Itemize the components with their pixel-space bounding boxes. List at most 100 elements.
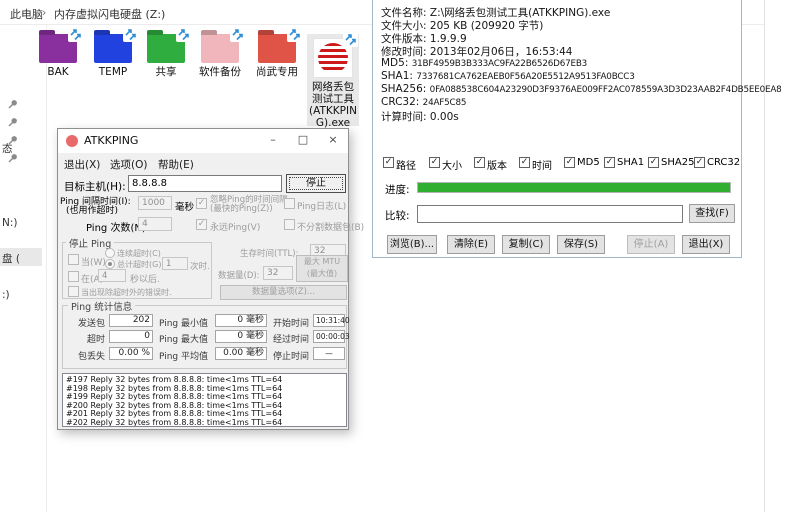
app-icon [66,135,78,147]
progress-bar [417,182,731,193]
stop-when-label: 当(W) [81,255,106,268]
file-info-line: SHA256: 0FA088538C604A23290D3F9376AE009F… [381,83,782,95]
stat-label: 包丢失 [65,349,105,362]
window-right-edge [764,0,765,512]
maximize-button[interactable]: □ [288,129,318,153]
hash-option-label: 路径 [396,157,416,172]
ping-forever-checkbox[interactable] [196,219,207,230]
explorer-item-label: 网络丢包测试工具(ATKKPING).exe [307,81,359,129]
stop-when-checkbox[interactable] [68,254,79,265]
hash-option-checkbox-SHA1[interactable] [604,157,615,168]
explorer-item[interactable]: BAK [32,28,84,86]
ignore-interval-checkbox[interactable] [196,198,207,209]
stop-after-suffix: 秒以后. [130,272,160,285]
file-info-label: 计算时间: [381,111,430,123]
folder-icon [258,34,296,63]
menu-options[interactable]: 选项(O) [110,157,147,172]
explorer-item[interactable]: 软件备份 [194,28,246,86]
file-info-line: 计算时间: 0.00s [381,109,459,124]
interval-sublabel: (也用作超时) [66,203,118,216]
nav-item-clipped[interactable]: 盘 ( [2,251,20,266]
action-button-stop[interactable]: 停止(A) [627,235,675,254]
stat-label: Ping 平均值 [159,349,208,362]
ping-count-input[interactable]: 4 [138,217,172,231]
data-size-options-button[interactable]: 数据量选项(Z)... [220,285,347,300]
stat-value: 202 [109,314,153,327]
explorer-item-label: 尚武专用 [251,66,303,78]
breadcrumb-this-pc[interactable]: 此电脑 [10,6,43,22]
hash-option-label: SHA1 [617,157,644,168]
action-button-copy[interactable]: 复制(C) [502,235,550,254]
title-bar[interactable]: ATKKPING – □ × [58,129,348,153]
stat-label: Ping 最小值 [159,316,208,329]
stat-label: 开始时间 [273,316,309,329]
max-mtu-button-line2: (最大值) [297,268,347,280]
file-info-label: SHA256: [381,83,430,95]
minimize-button[interactable]: – [258,129,288,153]
hash-option-label: MD5 [577,157,600,168]
explorer-item[interactable]: 尚武专用 [251,28,303,86]
target-host-input[interactable] [128,175,282,192]
folder-icon [39,34,77,63]
interval-unit: 毫秒 [175,199,194,213]
hash-option-checkbox-大小[interactable] [429,157,440,168]
action-button-clear[interactable]: 清除(E) [447,235,495,254]
interval-input[interactable]: 1000 [138,196,172,210]
breadcrumb-separator: › [42,6,46,19]
stat-label: 经过时间 [273,332,309,345]
find-button[interactable]: 查找(F) [689,204,735,223]
max-mtu-button-line1: 最大 MTU [297,256,347,268]
ping-log-line: #202 Reply 32 bytes from 8.8.8.8: time<1… [66,419,343,427]
hash-option-checkbox-SHA256[interactable] [648,157,659,168]
compare-input[interactable] [417,205,683,223]
ping-log-checkbox[interactable] [284,198,295,209]
ignore-interval-sublabel: (最快的Ping(Z)) [210,202,273,214]
ping-log-output[interactable]: #197 Reply 32 bytes from 8.8.8.8: time<1… [62,373,347,427]
explorer-item-label: 共享 [140,66,192,78]
stat-label: 超时 [65,332,105,345]
explorer-item[interactable]: 网络丢包测试工具(ATKKPING).exe [307,34,359,126]
hash-option-checkbox-时间[interactable] [519,157,530,168]
nav-item-clipped[interactable]: :) [2,289,10,301]
no-split-label: 不分割数据包(B) [297,220,364,233]
data-size-input[interactable]: 32 [263,266,293,280]
explorer-item[interactable]: 共享 [140,28,192,86]
stop-on-error-label: 当出现除超时外的错误时. [81,287,172,298]
sync-overlay-icon [176,27,191,42]
hash-option-checkbox-版本[interactable] [474,157,485,168]
action-button-exit[interactable]: 退出(X) [682,235,730,254]
hash-option-label: 时间 [532,157,552,172]
breadcrumb-current-folder[interactable]: 内存虚拟闪电硬盘 (Z:) [54,6,165,22]
menu-help[interactable]: 帮助(E) [158,157,194,172]
stop-after-input[interactable]: 4 [98,269,126,282]
consecutive-timeout-radio[interactable] [105,248,115,258]
explorer-item[interactable]: TEMP [87,28,139,86]
no-split-checkbox[interactable] [284,219,295,230]
nav-item-clipped[interactable]: N:) [2,217,18,229]
menu-exit[interactable]: 退出(X) [64,157,100,172]
action-button-save[interactable]: 保存(S) [557,235,605,254]
nav-item-clipped[interactable]: 态 [2,141,13,156]
progress-label: 进度: [385,182,410,197]
quick-access-pin-icon [7,113,18,124]
total-timeout-radio[interactable] [105,259,115,269]
stat-label: 发送包 [65,316,105,329]
action-button-browse[interactable]: 浏览(B)... [387,235,437,254]
file-info-line: MD5: 31BF4959B3B333AC9FA22B6526D67EB3 [381,57,587,69]
stop-on-error-checkbox[interactable] [68,286,79,297]
timeout-times-input[interactable]: 1 [162,257,188,270]
exe-file-icon [313,38,353,78]
stat-value: 00:00:03 [313,330,345,343]
max-mtu-button[interactable]: 最大 MTU (最大值) [296,255,348,282]
quick-access-pin-icon [7,95,18,106]
hash-option-checkbox-CRC32[interactable] [694,157,705,168]
hash-option-checkbox-MD5[interactable] [564,157,575,168]
stop-ping-button[interactable]: 停止 [286,174,346,193]
file-info-value: 24AF5C85 [423,98,467,108]
file-info-value: 0.00s [430,111,459,123]
hash-option-checkbox-路径[interactable] [383,157,394,168]
close-icon[interactable]: × [318,129,348,153]
stop-after-checkbox[interactable] [68,271,79,282]
file-info-line: CRC32: 24AF5C85 [381,96,466,108]
explorer-item-label: TEMP [87,66,139,78]
